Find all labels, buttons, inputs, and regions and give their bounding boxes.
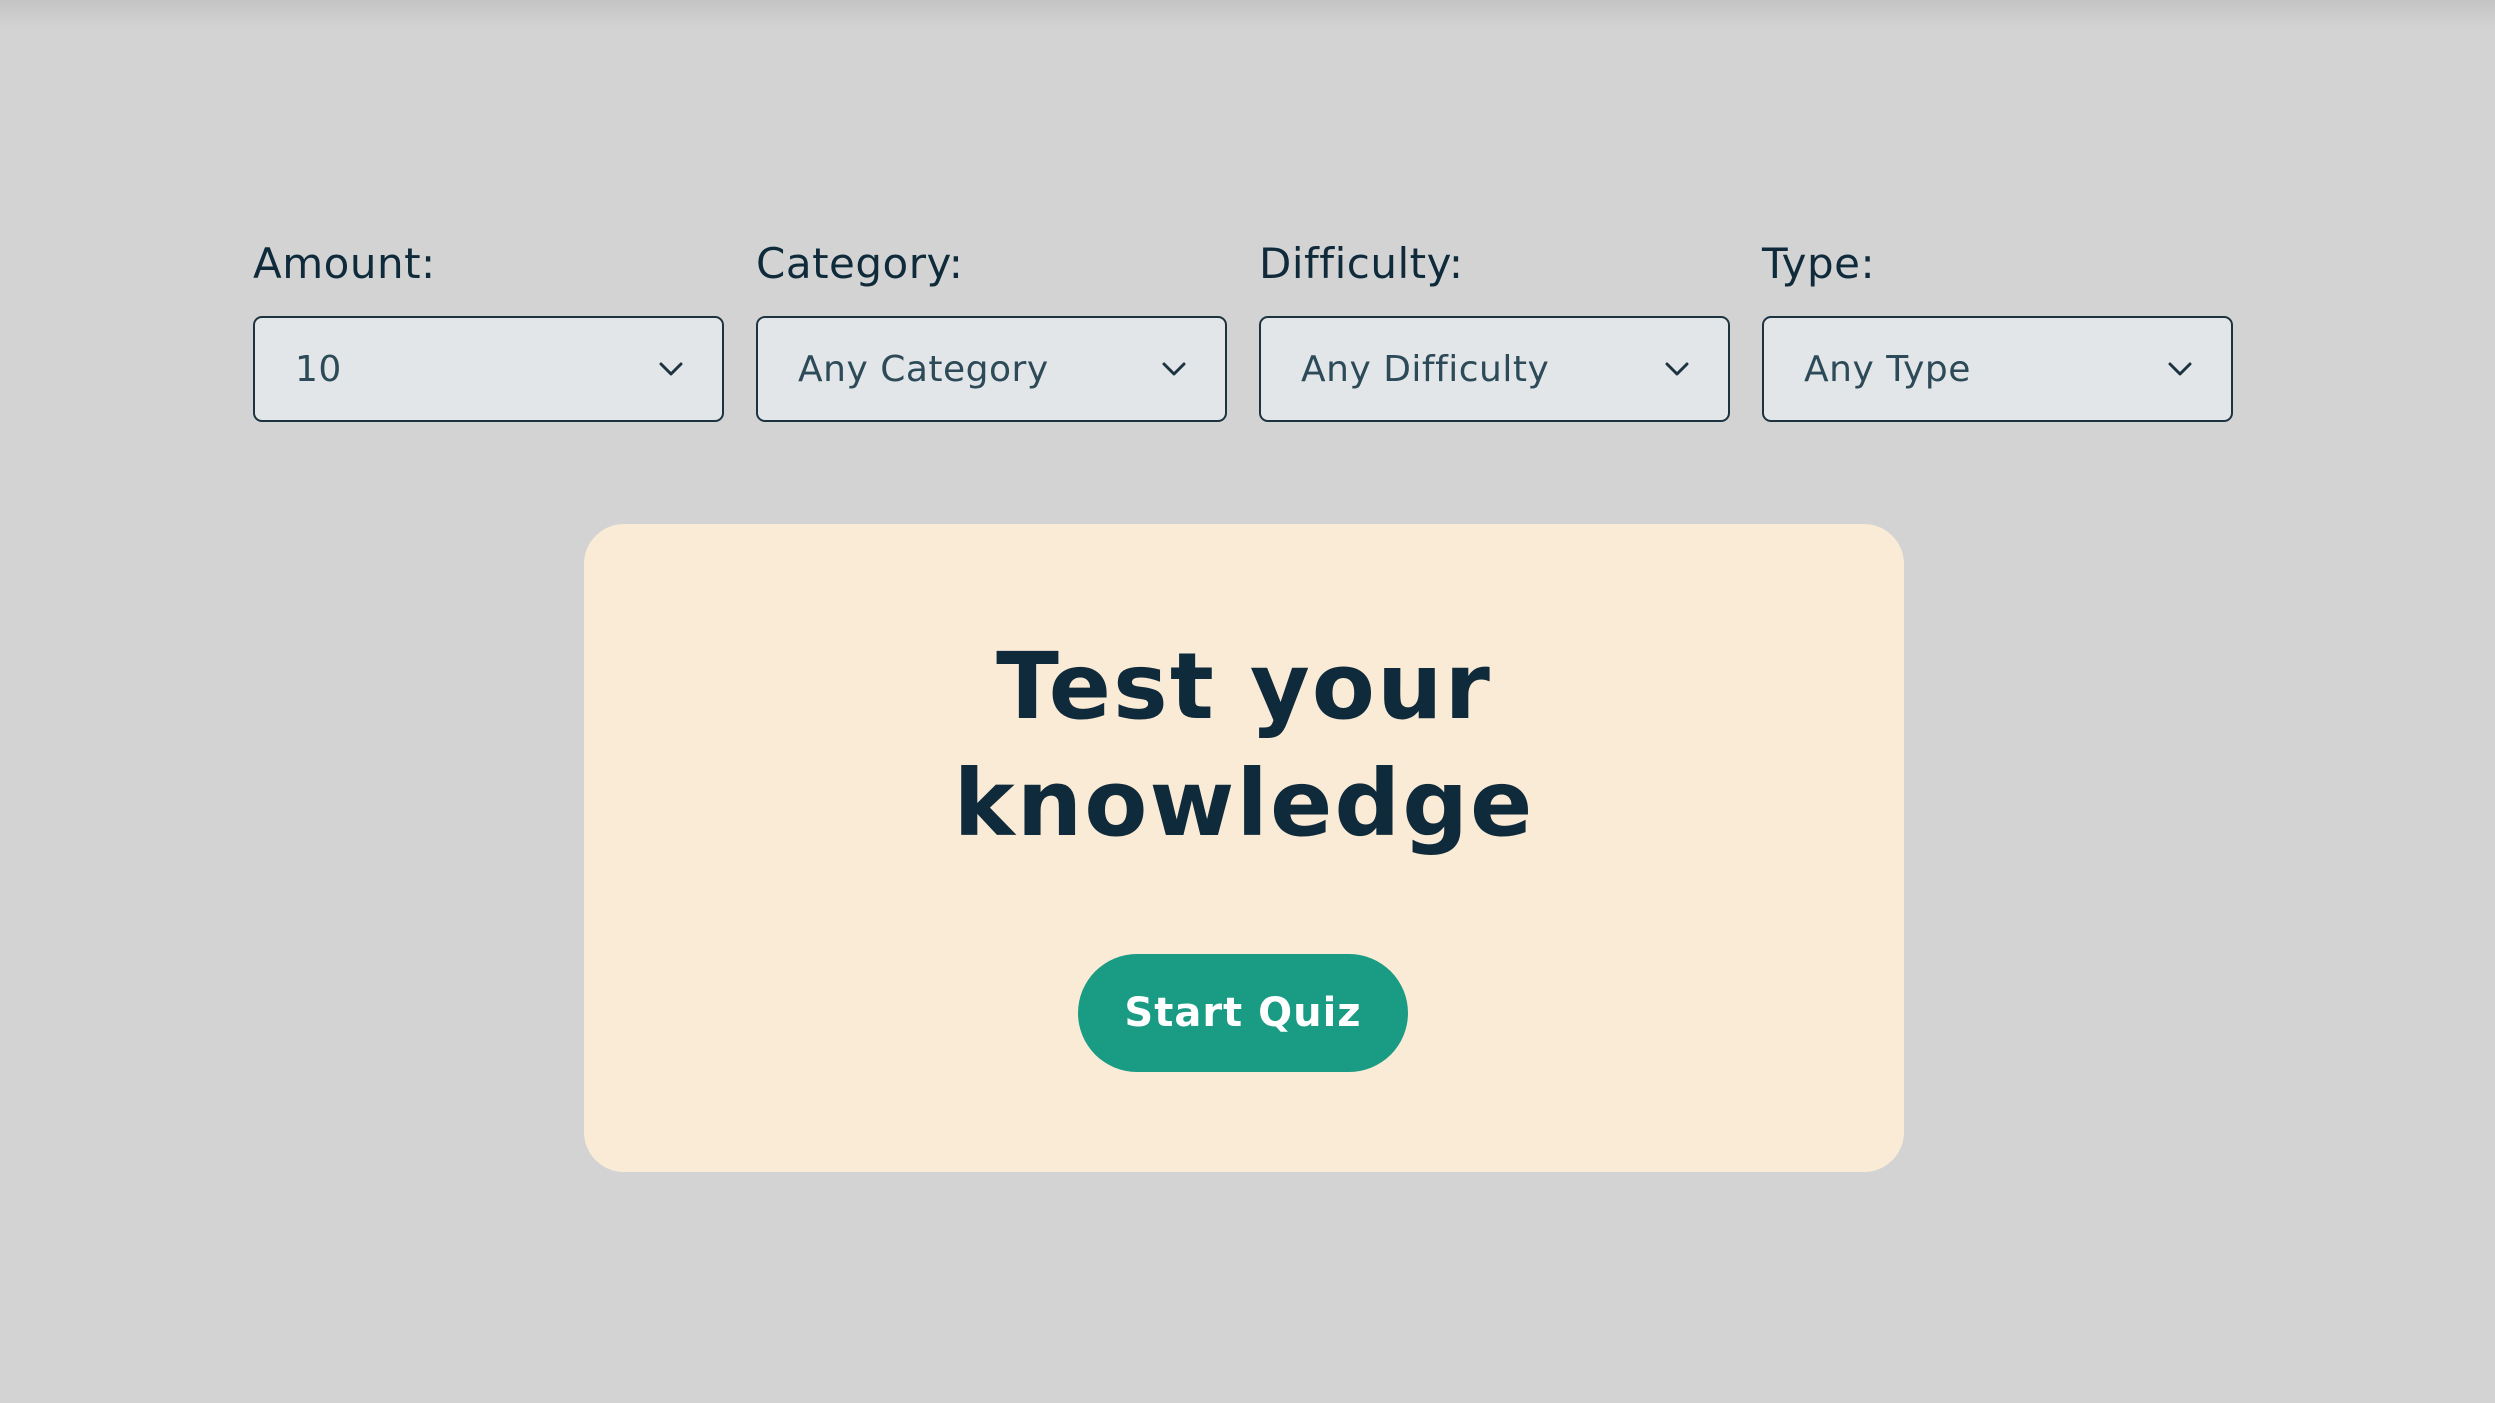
filter-amount: Amount: 10: [253, 236, 724, 422]
amount-select-value: 10: [295, 348, 342, 390]
amount-label: Amount:: [253, 239, 436, 288]
difficulty-select[interactable]: Any Difficulty: [1259, 316, 1730, 422]
filter-type: Type: Any Type: [1762, 236, 2233, 422]
category-label: Category:: [756, 239, 964, 288]
type-select-value: Any Type: [1804, 348, 1971, 390]
type-select[interactable]: Any Type: [1762, 316, 2233, 422]
type-label: Type:: [1762, 239, 1876, 288]
start-quiz-button[interactable]: Start Quiz: [1078, 954, 1408, 1072]
start-card: Test your knowledge Start Quiz: [584, 524, 1904, 1172]
filter-category: Category: Any Category: [756, 236, 1227, 422]
filter-difficulty: Difficulty: Any Difficulty: [1259, 236, 1730, 422]
chevron-down-icon: [1161, 356, 1187, 382]
category-select-value: Any Category: [798, 348, 1049, 390]
difficulty-select-value: Any Difficulty: [1301, 348, 1550, 390]
headline-line-1: Test your: [996, 633, 1492, 740]
headline-line-2: knowledge: [953, 750, 1535, 857]
category-select[interactable]: Any Category: [756, 316, 1227, 422]
chevron-down-icon: [1664, 356, 1690, 382]
quiz-filters: Amount: 10 Category: Any Category Diffic…: [253, 236, 2233, 422]
chevron-down-icon: [2167, 356, 2193, 382]
page-title: Test your knowledge: [584, 628, 1904, 862]
chevron-down-icon: [658, 356, 684, 382]
top-shadow: [0, 0, 2495, 28]
amount-select[interactable]: 10: [253, 316, 724, 422]
difficulty-label: Difficulty:: [1259, 239, 1464, 288]
